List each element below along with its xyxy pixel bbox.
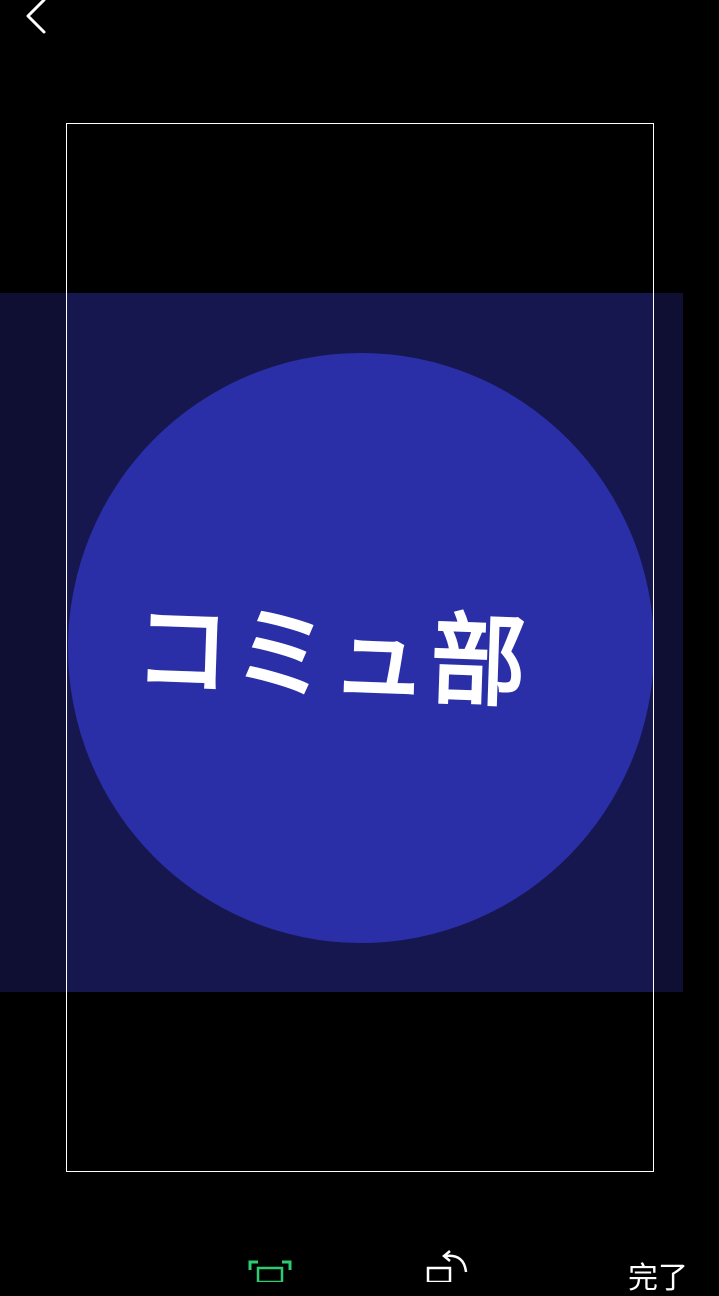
crop-outside-right [654, 293, 683, 992]
crop-tool-button[interactable] [246, 1258, 294, 1284]
bottom-toolbar: 完了 [0, 1230, 719, 1294]
crop-icon [248, 1260, 292, 1284]
back-button[interactable] [14, 0, 54, 36]
logo-text: コミュ部 [132, 590, 532, 722]
done-button[interactable]: 完了 [628, 1264, 688, 1294]
chevron-left-icon [26, 0, 46, 34]
crop-outside-left [0, 293, 66, 992]
image-preview: コミュ部 [0, 293, 683, 992]
rotate-tool-button[interactable] [424, 1250, 472, 1284]
rotate-icon [426, 1250, 468, 1284]
